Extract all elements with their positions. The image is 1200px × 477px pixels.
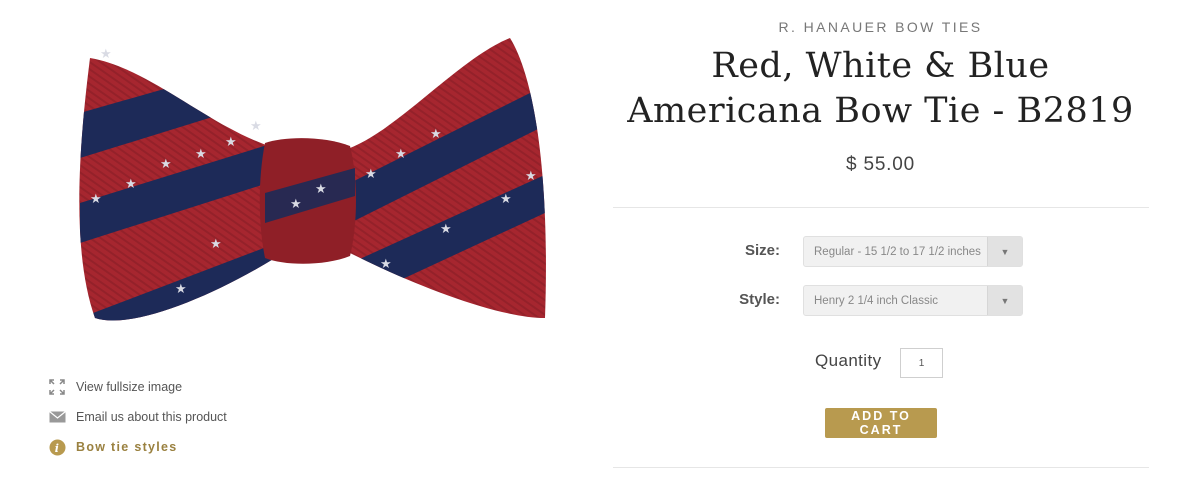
bow-tie-styles-link[interactable]: i Bow tie styles — [48, 436, 178, 458]
size-select-value: Regular - 15 1/2 to 17 1/2 inches — [814, 245, 981, 258]
svg-text:★: ★ — [225, 135, 237, 150]
quantity-label: Quantity — [815, 351, 882, 370]
chevron-down-icon: ▼ — [987, 237, 1022, 266]
svg-text:★: ★ — [175, 282, 187, 297]
svg-text:i: i — [54, 442, 59, 455]
quantity-input[interactable] — [900, 348, 943, 378]
view-fullsize-link[interactable]: View fullsize image — [48, 376, 182, 398]
brand-name[interactable]: R. HANAUER BOW TIES — [612, 19, 1149, 35]
svg-text:★: ★ — [315, 182, 327, 197]
svg-text:★: ★ — [195, 147, 207, 162]
view-fullsize-label: View fullsize image — [76, 380, 183, 394]
svg-text:★: ★ — [210, 237, 222, 252]
email-product-label: Email us about this product — [76, 410, 227, 424]
divider-top — [613, 207, 1149, 208]
svg-text:★: ★ — [440, 222, 452, 237]
product-price: $ 55.00 — [846, 154, 915, 175]
product-image: ★ ★ ★ ★ ★ ★ ★ ★ ★ ★ ★ ★ ★ ★ ★ ★ ★ ★ — [60, 18, 580, 353]
svg-text:★: ★ — [365, 167, 377, 182]
size-label: Size: — [744, 242, 780, 259]
svg-text:★: ★ — [395, 147, 407, 162]
envelope-icon — [48, 408, 66, 426]
size-select[interactable]: Regular - 15 1/2 to 17 1/2 inches ▼ — [803, 236, 1023, 267]
svg-text:★: ★ — [100, 47, 112, 62]
svg-text:★: ★ — [525, 169, 537, 184]
email-product-link[interactable]: Email us about this product — [48, 406, 227, 428]
svg-text:★: ★ — [430, 127, 442, 142]
chevron-down-icon: ▼ — [987, 286, 1022, 315]
bow-tie-styles-label: Bow tie styles — [76, 440, 178, 454]
svg-text:★: ★ — [125, 177, 137, 192]
expand-icon — [48, 378, 66, 396]
style-select[interactable]: Henry 2 1/4 inch Classic ▼ — [803, 285, 1023, 316]
style-label: Style: — [739, 291, 780, 308]
svg-text:★: ★ — [380, 257, 392, 272]
svg-text:★: ★ — [500, 192, 512, 207]
svg-text:★: ★ — [90, 192, 102, 207]
product-title: Red, White & Blue Americana Bow Tie - B2… — [627, 46, 1134, 131]
info-icon: i — [48, 438, 66, 456]
bow-tie-illustration: ★ ★ ★ ★ ★ ★ ★ ★ ★ ★ ★ ★ ★ ★ ★ ★ ★ ★ — [79, 38, 546, 321]
add-to-cart-button[interactable]: ADD TO CART — [825, 408, 937, 438]
svg-text:★: ★ — [250, 119, 262, 134]
svg-text:★: ★ — [160, 157, 172, 172]
divider-bottom — [613, 467, 1149, 468]
style-select-value: Henry 2 1/4 inch Classic — [814, 294, 938, 307]
svg-text:★: ★ — [290, 197, 302, 212]
